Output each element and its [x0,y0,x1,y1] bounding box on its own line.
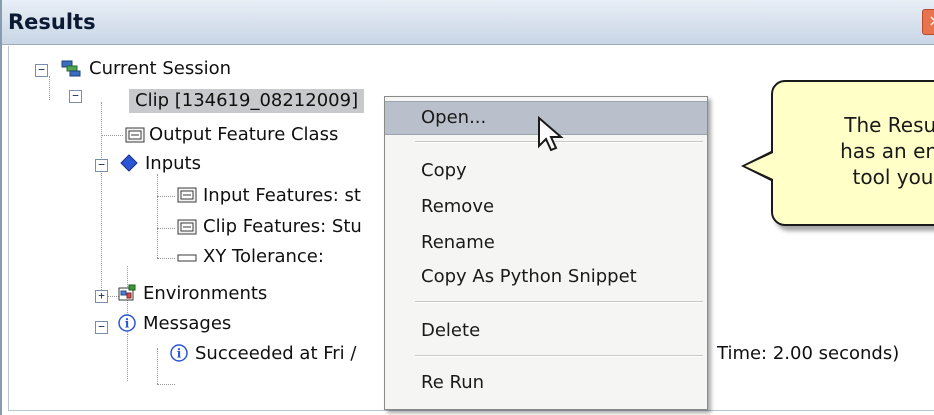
menu-separator [415,301,703,303]
tree-item-output-feature-class[interactable]: Output Feature Class [149,123,338,147]
tree-connector [157,228,175,229]
window-title: Results [8,10,96,34]
callout-text: The Resul has an ent tool you [793,112,934,190]
tree-item-messages[interactable]: Messages [143,312,231,336]
tree-item-input-features[interactable]: Input Features: st [203,184,361,208]
tree-connector [101,102,102,300]
callout-box: The Resul has an ent tool you [771,80,934,226]
mouse-pointer-icon [538,116,564,152]
environments-icon [118,284,136,301]
collapse-toggle-clip[interactable]: − [69,90,82,103]
callout-line-1: The Resul [844,113,934,137]
info-icon: i [118,314,136,332]
menu-item-remove[interactable]: Remove [385,191,707,223]
expand-toggle-environments[interactable]: + [95,290,108,303]
feature-class-icon [177,187,197,203]
tree-connector [157,174,158,258]
menu-item-open-label: Open... [421,107,487,128]
feature-class-icon [125,127,145,143]
callout-line-3: tool you [852,165,934,189]
session-tree-icon [61,60,81,77]
callout-tail-fill [745,153,773,179]
info-icon: i [170,344,188,362]
menu-item-copy[interactable]: Copy [385,155,707,187]
menu-separator [415,355,703,357]
collapse-toggle-messages[interactable]: − [95,321,108,334]
menu-item-copy-python-label: Copy As Python Snippet [421,266,637,287]
menu-item-rename-label: Rename [421,232,495,253]
collapse-toggle-session[interactable]: − [35,64,48,77]
svg-text:i: i [177,347,182,361]
tree-connector [157,196,175,197]
message-elapsed-time: Time: 2.00 seconds) [717,343,900,364]
tree-item-xy-tolerance[interactable]: XY Tolerance: [203,245,324,269]
tree-item-clip-selected[interactable]: Clip [134619_08212009] [129,89,365,113]
menu-item-delete-label: Delete [421,320,481,341]
menu-item-copy-python-snippet[interactable]: Copy As Python Snippet [385,261,707,293]
tree-item-environments[interactable]: Environments [143,282,267,306]
menu-item-delete[interactable]: Delete [385,315,707,347]
menu-item-rename[interactable]: Rename [385,227,707,259]
tree-connector [157,384,175,385]
menu-item-rerun[interactable]: Re Run [385,367,707,399]
callout-line-2: has an ent [840,139,934,163]
tree-item-clip-features[interactable]: Clip Features: Stu [203,215,362,239]
collapse-toggle-inputs[interactable]: − [95,159,108,172]
field-icon [177,254,197,262]
tree-connector [49,76,50,100]
close-button[interactable]: × [922,9,934,35]
tree-connector [157,348,158,384]
tree-connector [101,135,123,136]
title-bar: Results × [2,0,934,45]
menu-item-remove-label: Remove [421,196,495,217]
svg-text:i: i [125,317,130,331]
tree-item-succeeded-message[interactable]: Succeeded at Fri / [195,342,356,366]
feature-class-icon [177,219,197,235]
menu-item-rerun-label: Re Run [421,372,485,393]
tree-item-inputs[interactable]: Inputs [145,152,201,176]
tree-connector [157,258,175,259]
tree-item-current-session[interactable]: Current Session [89,57,231,81]
diamond-icon [120,154,138,172]
menu-item-copy-label: Copy [421,160,467,181]
